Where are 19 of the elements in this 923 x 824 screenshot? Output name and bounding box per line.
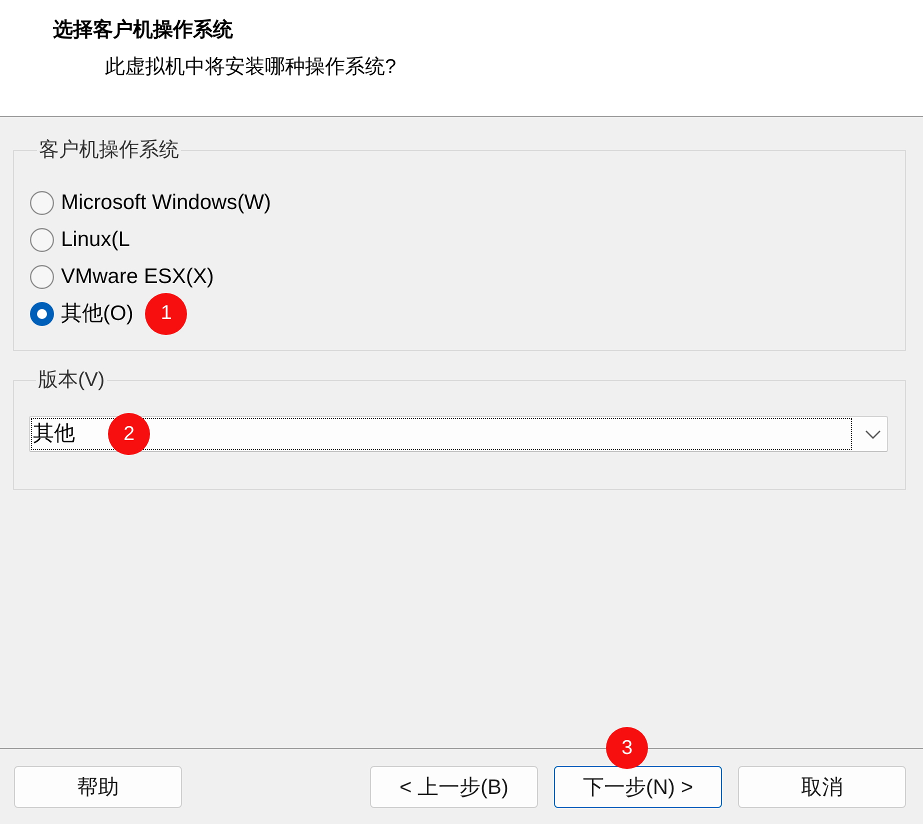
radio-option[interactable]: Linux(L xyxy=(30,226,130,254)
step-badge: 1 xyxy=(145,292,188,334)
cancel-button[interactable]: 取消 xyxy=(738,766,906,808)
radio-selected-icon[interactable] xyxy=(30,302,54,326)
header-title: 选择客户机操作系统 xyxy=(53,18,234,43)
back-button[interactable]: < 上一步(B) xyxy=(370,766,538,808)
next-button[interactable]: 下一步(N) > xyxy=(554,766,722,808)
radio-icon[interactable] xyxy=(30,190,54,214)
group-legend: 客户机操作系统 xyxy=(37,138,181,162)
radio-option[interactable]: Microsoft Windows(W) xyxy=(30,188,272,216)
help-button[interactable]: 帮助 xyxy=(14,766,182,808)
group-legend: 版本(V) xyxy=(36,368,107,392)
header-subtitle: 此虚拟机中将安装哪种操作系统? xyxy=(105,55,398,80)
radio-option[interactable]: 其他(O) xyxy=(30,300,134,328)
radio-icon[interactable] xyxy=(30,228,54,252)
chevron-down-icon xyxy=(865,430,881,438)
radio-option[interactable]: VMware ESX(X) xyxy=(30,262,214,290)
radio-icon[interactable] xyxy=(30,264,54,288)
step-badge: 3 xyxy=(606,727,648,769)
